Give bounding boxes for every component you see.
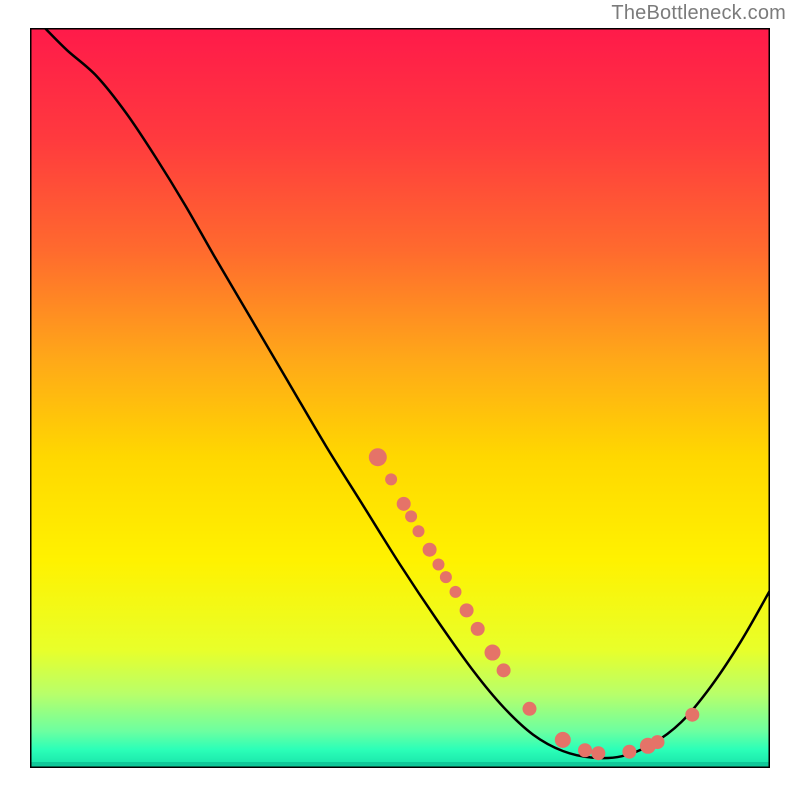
marker-point	[450, 586, 462, 598]
chart-container	[30, 28, 770, 768]
marker-point	[460, 603, 474, 617]
marker-point	[405, 510, 417, 522]
marker-point	[497, 663, 511, 677]
marker-point	[413, 525, 425, 537]
chart-svg	[30, 28, 770, 768]
marker-point	[369, 448, 387, 466]
marker-point	[685, 708, 699, 722]
attribution-text: TheBottleneck.com	[611, 2, 786, 25]
marker-point	[485, 645, 501, 661]
marker-point	[591, 746, 605, 760]
marker-point	[397, 497, 411, 511]
marker-point	[385, 473, 397, 485]
marker-point	[432, 559, 444, 571]
marker-point	[440, 571, 452, 583]
plot-background	[30, 28, 770, 768]
marker-point	[622, 745, 636, 759]
marker-point	[651, 735, 665, 749]
marker-point	[555, 732, 571, 748]
marker-point	[471, 622, 485, 636]
marker-point	[578, 743, 592, 757]
marker-point	[523, 702, 537, 716]
marker-point	[423, 543, 437, 557]
